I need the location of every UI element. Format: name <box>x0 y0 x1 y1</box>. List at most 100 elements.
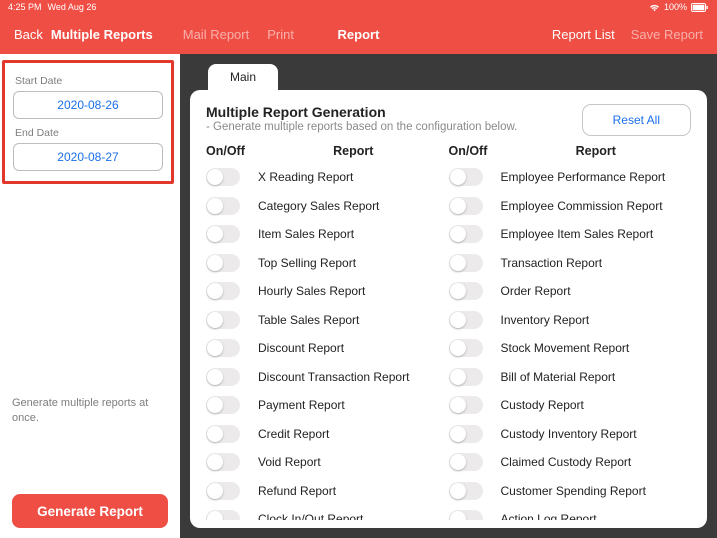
col-header-onoff: On/Off <box>206 144 258 158</box>
report-column-left: On/Off Report X Reading ReportCategory S… <box>206 144 449 520</box>
report-label: Inventory Report <box>501 313 590 327</box>
report-row: Customer Spending Report <box>449 478 692 505</box>
report-toggle[interactable] <box>449 453 483 471</box>
report-label: Category Sales Report <box>258 199 379 213</box>
report-toggle[interactable] <box>449 425 483 443</box>
report-toggle[interactable] <box>206 282 240 300</box>
report-toggle[interactable] <box>449 168 483 186</box>
report-row: Hourly Sales Report <box>206 278 449 305</box>
report-row: Inventory Report <box>449 307 692 334</box>
report-label: Discount Transaction Report <box>258 370 409 384</box>
col-header-report: Report <box>501 144 692 158</box>
report-toggle[interactable] <box>206 311 240 329</box>
report-toggle[interactable] <box>449 254 483 272</box>
col-header-onoff: On/Off <box>449 144 501 158</box>
report-toggle[interactable] <box>449 510 483 520</box>
report-label: Table Sales Report <box>258 313 359 327</box>
start-date-label: Start Date <box>15 75 163 87</box>
battery-icon <box>691 3 709 12</box>
report-column-right: On/Off Report Employee Performance Repor… <box>449 144 692 520</box>
report-toggle[interactable] <box>206 339 240 357</box>
tab-main[interactable]: Main <box>208 64 278 90</box>
end-date-input[interactable]: 2020-08-27 <box>13 143 163 171</box>
panel-main: Multiple Report Generation - Generate mu… <box>190 90 707 528</box>
report-toggle[interactable] <box>449 282 483 300</box>
report-label: Stock Movement Report <box>501 341 630 355</box>
report-toggle[interactable] <box>206 510 240 520</box>
report-row: Table Sales Report <box>206 307 449 334</box>
report-toggle[interactable] <box>206 453 240 471</box>
report-toggle[interactable] <box>206 168 240 186</box>
print-button[interactable]: Print <box>267 27 294 42</box>
report-label: Refund Report <box>258 484 336 498</box>
report-row: X Reading Report <box>206 164 449 191</box>
report-row: Bill of Material Report <box>449 364 692 391</box>
report-row: Transaction Report <box>449 250 692 277</box>
panel-subtitle: - Generate multiple reports based on the… <box>206 121 517 133</box>
generate-report-button[interactable]: Generate Report <box>12 494 168 528</box>
report-label: Void Report <box>258 455 321 469</box>
report-toggle[interactable] <box>206 197 240 215</box>
report-row: Order Report <box>449 278 692 305</box>
report-row: Action Log Report <box>449 506 692 520</box>
report-row: Payment Report <box>206 392 449 419</box>
report-label: Discount Report <box>258 341 344 355</box>
status-bar: 4:25 PM Wed Aug 26 100% <box>0 0 717 14</box>
report-row: Clock In/Out Report <box>206 506 449 520</box>
report-toggle[interactable] <box>206 254 240 272</box>
report-label: Action Log Report <box>501 512 597 520</box>
report-toggle[interactable] <box>449 396 483 414</box>
report-label: Bill of Material Report <box>501 370 616 384</box>
report-row: Employee Commission Report <box>449 193 692 220</box>
report-row: Top Selling Report <box>206 250 449 277</box>
status-time: 4:25 PM <box>8 2 42 12</box>
sidebar-helper-text: Generate multiple reports at once. <box>0 396 180 426</box>
report-toggle[interactable] <box>206 225 240 243</box>
reset-all-button[interactable]: Reset All <box>582 104 691 136</box>
report-toggle[interactable] <box>206 482 240 500</box>
back-button[interactable]: Back <box>14 27 43 42</box>
report-label: Payment Report <box>258 398 345 412</box>
mail-report-button[interactable]: Mail Report <box>183 27 249 42</box>
report-label: Hourly Sales Report <box>258 284 365 298</box>
page-title: Multiple Reports <box>51 27 153 42</box>
save-report-button[interactable]: Save Report <box>631 27 703 42</box>
report-label: Employee Performance Report <box>501 170 666 184</box>
report-row: Item Sales Report <box>206 221 449 248</box>
report-toggle[interactable] <box>206 425 240 443</box>
report-label: Employee Commission Report <box>501 199 663 213</box>
report-toggle[interactable] <box>449 311 483 329</box>
report-label: Clock In/Out Report <box>258 512 363 520</box>
report-row: Claimed Custody Report <box>449 449 692 476</box>
date-range-highlight: Start Date 2020-08-26 End Date 2020-08-2… <box>2 60 174 184</box>
main-panel-area: Main Multiple Report Generation - Genera… <box>180 54 717 538</box>
report-toggle[interactable] <box>449 339 483 357</box>
report-row: Stock Movement Report <box>449 335 692 362</box>
report-row: Refund Report <box>206 478 449 505</box>
report-row: Category Sales Report <box>206 193 449 220</box>
report-label: Credit Report <box>258 427 329 441</box>
sidebar: Start Date 2020-08-26 End Date 2020-08-2… <box>0 54 180 538</box>
report-toggle[interactable] <box>449 197 483 215</box>
report-toggle[interactable] <box>449 368 483 386</box>
panel-title: Multiple Report Generation <box>206 104 517 120</box>
report-row: Custody Inventory Report <box>449 421 692 448</box>
report-toggle[interactable] <box>449 225 483 243</box>
report-label: Customer Spending Report <box>501 484 646 498</box>
report-label: X Reading Report <box>258 170 353 184</box>
report-toggle[interactable] <box>449 482 483 500</box>
report-list-button[interactable]: Report List <box>552 27 615 42</box>
wifi-icon <box>649 3 660 12</box>
report-label: Claimed Custody Report <box>501 455 632 469</box>
status-date: Wed Aug 26 <box>48 2 97 12</box>
report-label: Employee Item Sales Report <box>501 227 654 241</box>
report-toggle[interactable] <box>206 396 240 414</box>
report-row: Employee Performance Report <box>449 164 692 191</box>
top-header: Back Multiple Reports Mail Report Print … <box>0 14 717 54</box>
report-row: Discount Transaction Report <box>206 364 449 391</box>
report-toggle[interactable] <box>206 368 240 386</box>
start-date-input[interactable]: 2020-08-26 <box>13 91 163 119</box>
report-row: Custody Report <box>449 392 692 419</box>
report-row: Void Report <box>206 449 449 476</box>
end-date-label: End Date <box>15 127 163 139</box>
